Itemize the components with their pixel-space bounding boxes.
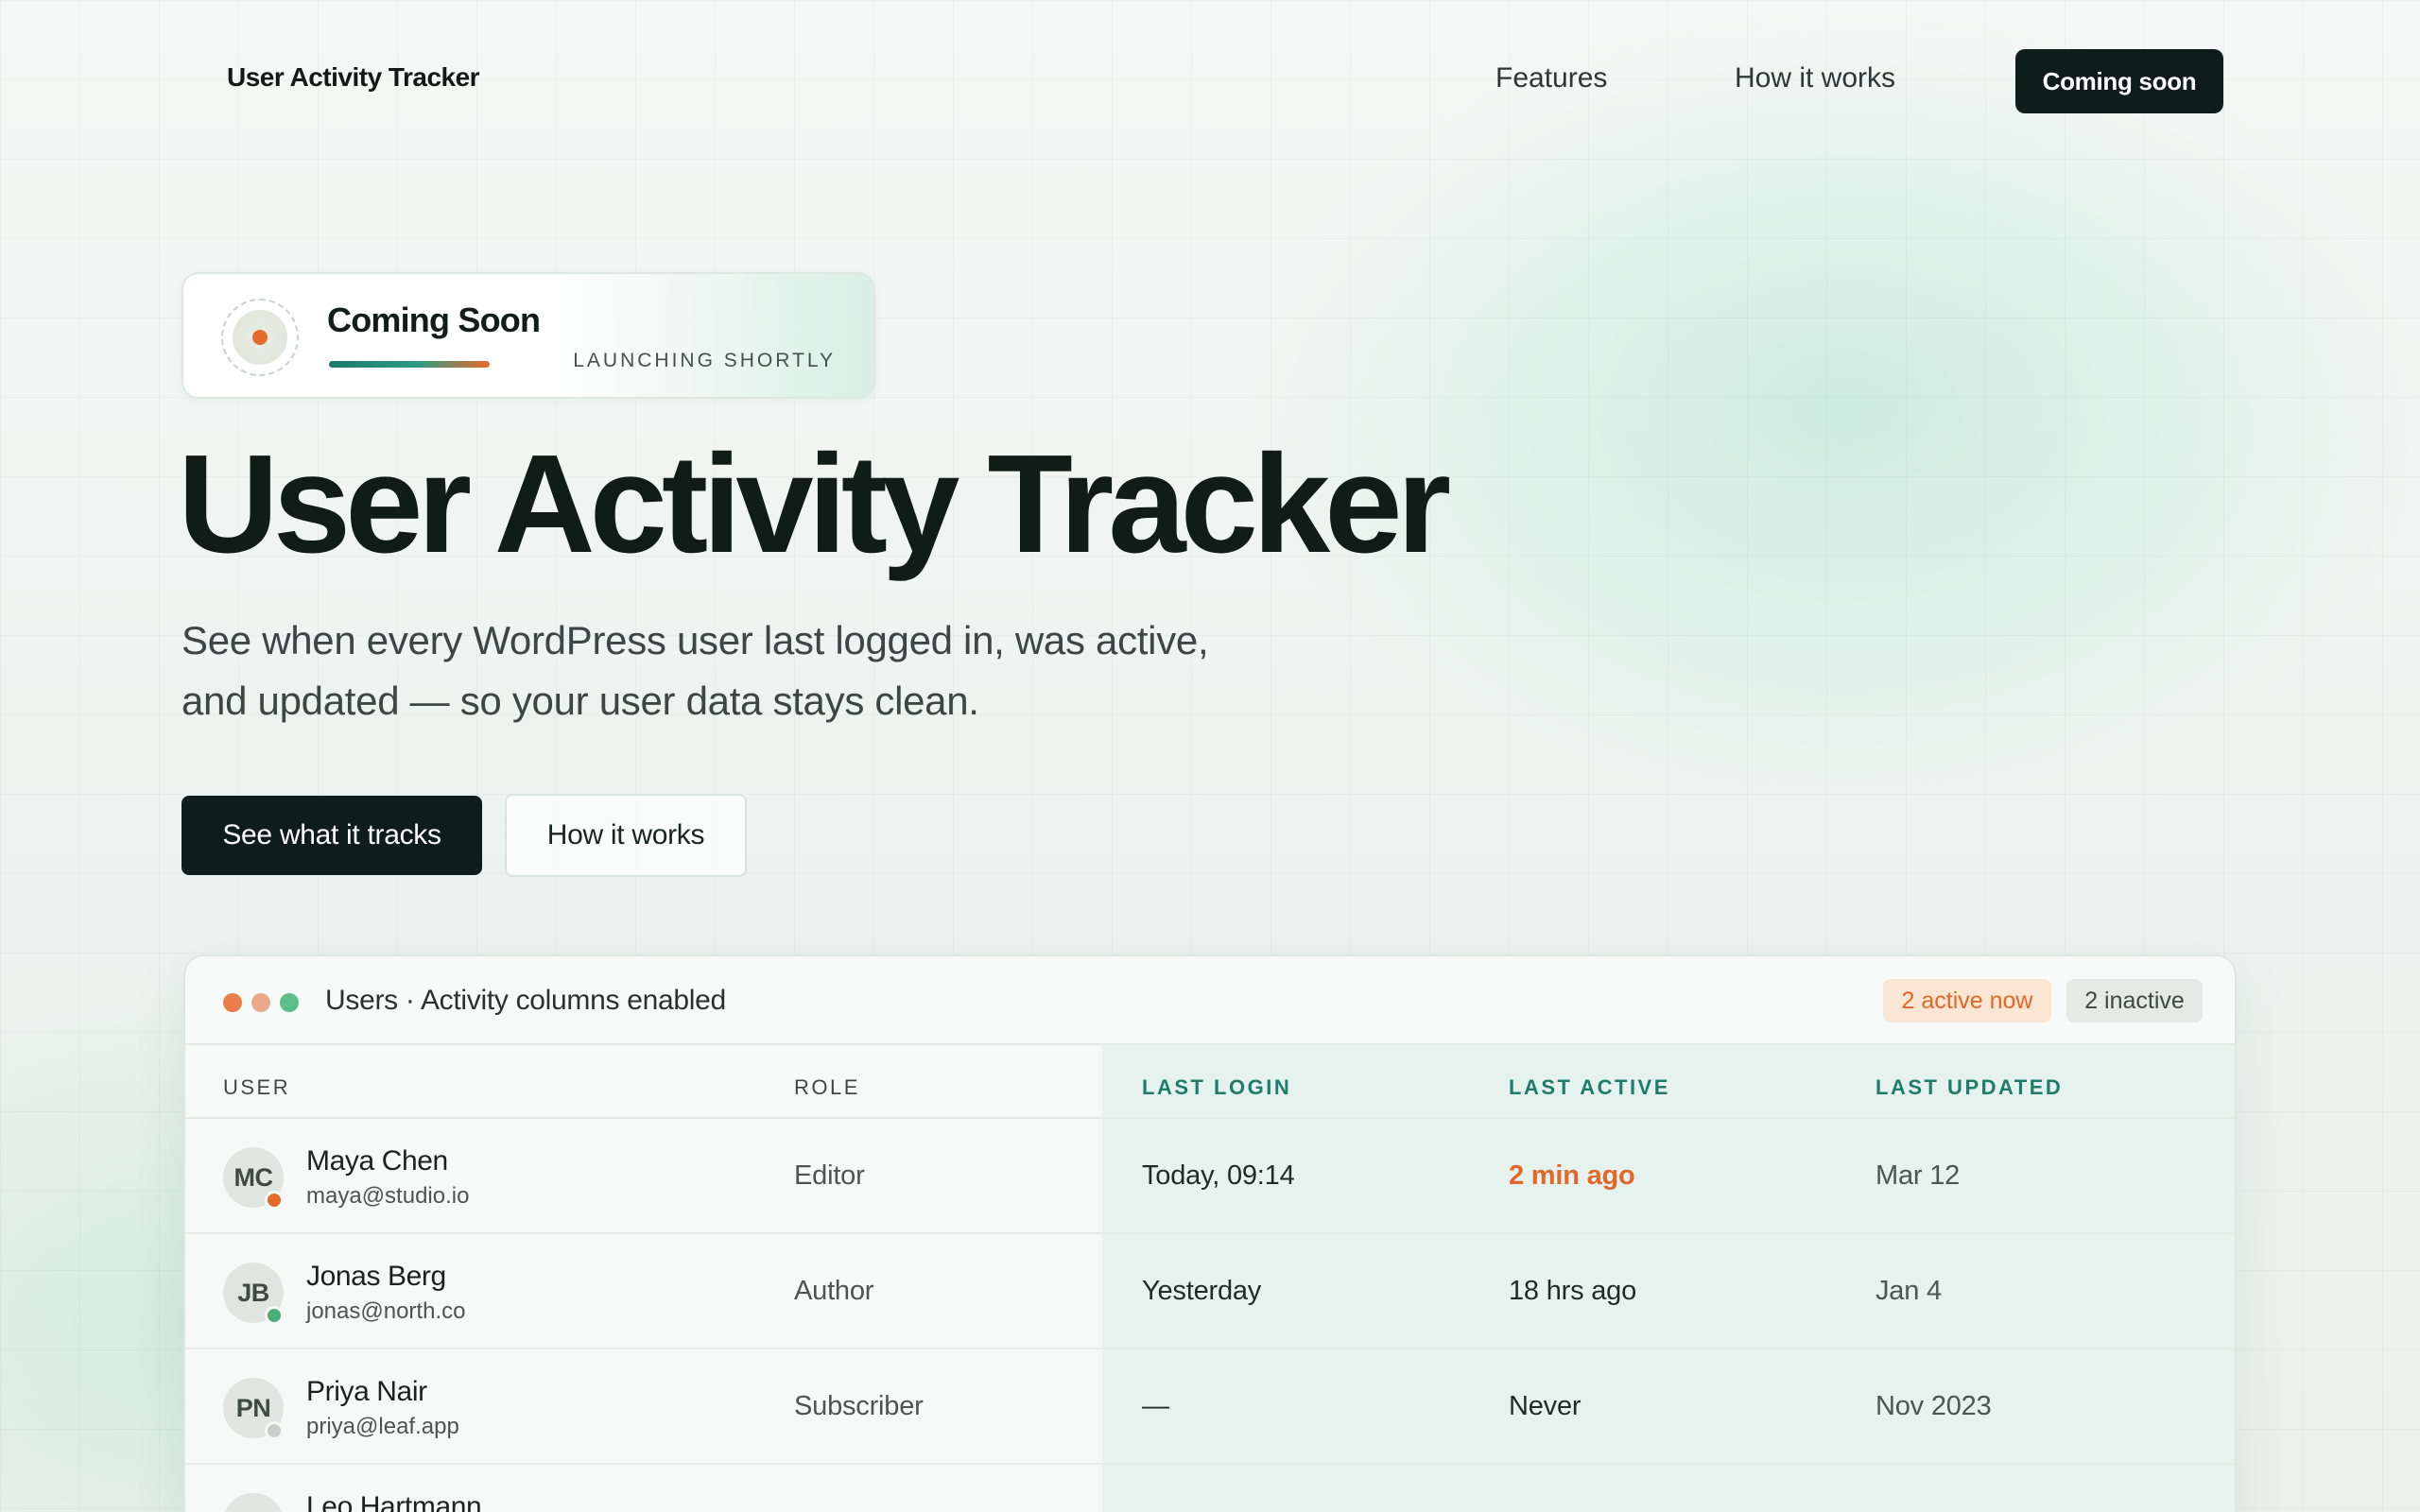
user-name[interactable]: Maya Chen <box>306 1145 448 1177</box>
user-name[interactable]: Jonas Berg <box>306 1261 446 1293</box>
last-login-value: Yesterday <box>1142 1276 1262 1306</box>
last-active-value: 18 hrs ago <box>1509 1276 1637 1306</box>
column-header-last-login[interactable]: LAST LOGIN <box>1142 1075 1291 1100</box>
coming-soon-button[interactable]: Coming soon <box>2015 49 2223 113</box>
status-dot-icon <box>221 299 299 376</box>
user-name[interactable]: Priya Nair <box>306 1376 427 1408</box>
hero-subtitle-line-2: and updated — so your user data stays cl… <box>182 679 979 723</box>
column-header-role[interactable]: ROLE <box>794 1075 860 1100</box>
badge-progress-bar <box>329 361 490 368</box>
presence-dot-icon <box>265 1191 284 1210</box>
user-email: jonas@north.co <box>306 1298 466 1324</box>
window-dot-orange-icon <box>251 993 270 1012</box>
brand-logo[interactable]: User Activity Tracker <box>227 62 480 93</box>
last-active-value: 2 min ago <box>1509 1160 1635 1191</box>
window-dot-green-icon <box>280 993 299 1012</box>
presence-dot-icon <box>265 1306 284 1325</box>
how-it-works-button[interactable]: How it works <box>505 794 747 877</box>
nav-link-how-it-works[interactable]: How it works <box>1735 62 1895 94</box>
table-row[interactable]: PN Priya Nair priya@leaf.app Subscriber — Nev… <box>185 1349 2235 1465</box>
user-name[interactable]: Leo Hartmann <box>306 1491 482 1512</box>
avatar: LH <box>223 1493 284 1512</box>
last-login-value: Today, 09:14 <box>1142 1160 1295 1191</box>
inactive-pill[interactable]: 2 inactive <box>2066 979 2203 1022</box>
top-nav: User Activity Tracker Features How it wo… <box>0 0 2420 161</box>
table-row[interactable]: JB Jonas Berg jonas@north.co Author Yesterda… <box>185 1234 2235 1349</box>
window-dot-red-icon <box>223 993 242 1012</box>
user-role: Author <box>794 1276 874 1306</box>
user-role: Editor <box>794 1160 865 1191</box>
last-active-value: Never <box>1509 1391 1582 1421</box>
column-header-last-active[interactable]: LAST ACTIVE <box>1509 1075 1670 1100</box>
last-updated-value: Mar 12 <box>1876 1160 1961 1191</box>
panel-title: Users · Activity columns enabled <box>325 985 726 1016</box>
see-what-it-tracks-button[interactable]: See what it tracks <box>182 796 482 875</box>
column-header-user[interactable]: USER <box>223 1075 290 1100</box>
last-login-value: — <box>1142 1391 1169 1421</box>
nav-link-features[interactable]: Features <box>1495 62 1607 94</box>
hero-subtitle: See when every WordPress user last logge… <box>182 610 1316 731</box>
users-table-panel: Users · Activity columns enabled 2 activ… <box>183 954 2237 1512</box>
user-email: priya@leaf.app <box>306 1414 459 1439</box>
user-email: maya@studio.io <box>306 1183 470 1209</box>
table-row[interactable]: MC Maya Chen maya@studio.io Editor Today, 09… <box>185 1119 2235 1234</box>
panel-header: Users · Activity columns enabled 2 activ… <box>185 956 2235 1045</box>
presence-dot-icon <box>265 1421 284 1440</box>
badge-subtitle: LAUNCHING SHORTLY <box>573 350 836 371</box>
last-updated-value: Nov 2023 <box>1876 1391 1992 1421</box>
hero-title: User Activity Tracker <box>178 426 1451 582</box>
user-role: Subscriber <box>794 1391 924 1421</box>
last-updated-value: Jan 4 <box>1876 1276 1942 1306</box>
hero-subtitle-line-1: See when every WordPress user last logge… <box>182 618 1209 662</box>
active-now-pill[interactable]: 2 active now <box>1883 979 2051 1022</box>
coming-soon-badge: Coming Soon LAUNCHING SHORTLY <box>182 272 875 399</box>
column-header-last-updated[interactable]: LAST UPDATED <box>1876 1075 2063 1100</box>
table-row[interactable]: LH Leo Hartmann <box>185 1465 2235 1512</box>
badge-title: Coming Soon <box>327 301 541 339</box>
